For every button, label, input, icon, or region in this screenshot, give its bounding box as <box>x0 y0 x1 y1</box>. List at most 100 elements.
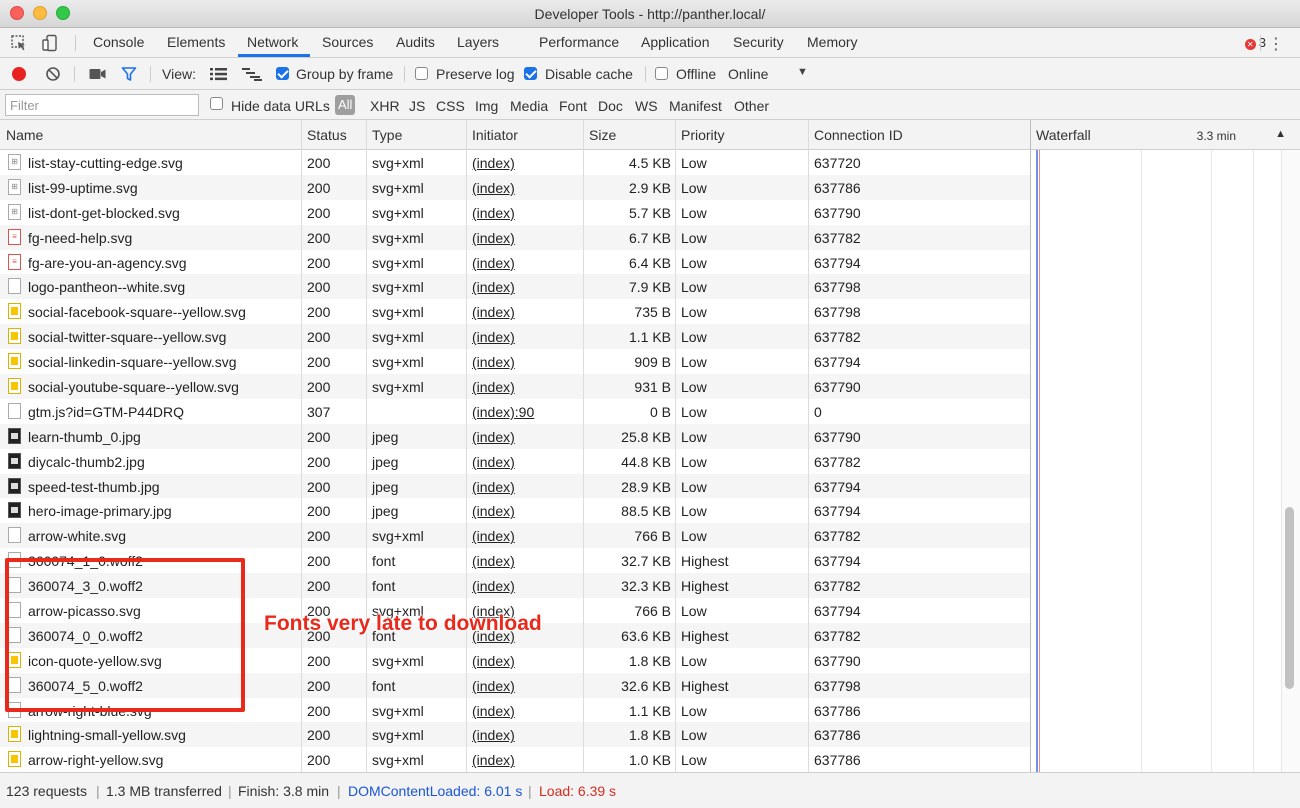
table-row[interactable]: hero-image-primary.jpg 200 jpeg (index) 88.5… <box>0 498 1030 523</box>
table-row[interactable]: social-facebook-square--yellow.svg 200 svg… <box>0 299 1030 324</box>
column-header-waterfall[interactable]: Waterfall <box>1036 127 1091 143</box>
error-count-badge[interactable]: ✕ 3 <box>1244 35 1266 50</box>
request-initiator[interactable]: (index) <box>472 503 515 519</box>
table-row[interactable]: gtm.js?id=GTM-P44DRQ 307 (index):90 0 B Low 0 <box>0 399 1030 424</box>
request-type: svg+xml <box>372 528 424 545</box>
filter-type-ws[interactable]: WS <box>635 98 658 114</box>
filter-type-all[interactable]: All <box>335 95 356 115</box>
tab-memory[interactable]: Memory <box>807 34 858 50</box>
request-initiator[interactable]: (index) <box>472 678 515 694</box>
tab-audits[interactable]: Audits <box>396 34 435 50</box>
request-initiator[interactable]: (index) <box>472 329 515 345</box>
request-priority: Low <box>681 453 707 470</box>
request-status: 200 <box>307 677 331 694</box>
offline-checkbox[interactable] <box>655 67 668 80</box>
request-initiator[interactable]: (index) <box>472 255 515 271</box>
column-header-initiator[interactable]: Initiator <box>472 127 518 143</box>
more-options-icon[interactable]: ⋮ <box>1268 34 1284 54</box>
request-initiator[interactable]: (index) <box>472 279 515 295</box>
table-row[interactable]: ≡ fg-are-you-an-agency.svg 200 svg+xml (inde… <box>0 250 1030 275</box>
screenshot-camera-icon[interactable] <box>89 67 106 81</box>
request-initiator[interactable]: (index):90 <box>472 404 534 420</box>
filter-input[interactable] <box>5 94 199 116</box>
table-row[interactable]: social-youtube-square--yellow.svg 200 svg+… <box>0 374 1030 399</box>
overview-waterfall-icon[interactable] <box>242 67 262 81</box>
tab-performance[interactable]: Performance <box>539 34 619 50</box>
clear-icon[interactable] <box>45 66 61 82</box>
group-by-frame-checkbox[interactable] <box>276 67 289 80</box>
request-type: svg+xml <box>372 279 424 296</box>
filter-type-xhr[interactable]: XHR <box>370 98 400 114</box>
request-initiator[interactable]: (index) <box>472 155 515 171</box>
hide-data-urls-checkbox[interactable] <box>210 97 223 110</box>
column-header-priority[interactable]: Priority <box>681 127 725 143</box>
column-header-connection-id[interactable]: Connection ID <box>814 127 903 143</box>
request-initiator[interactable]: (index) <box>472 205 515 221</box>
tab-console[interactable]: Console <box>93 34 144 50</box>
column-header-name[interactable]: Name <box>6 127 43 143</box>
request-initiator[interactable]: (index) <box>472 180 515 196</box>
table-row[interactable]: ⊞ list-99-uptime.svg 200 svg+xml (index) 2.9 … <box>0 174 1030 200</box>
filter-type-media[interactable]: Media <box>510 98 548 114</box>
request-initiator[interactable]: (index) <box>472 752 515 768</box>
table-row[interactable]: social-twitter-square--yellow.svg 200 svg+… <box>0 324 1030 350</box>
scrollbar-thumb[interactable] <box>1285 507 1294 689</box>
filter-type-font[interactable]: Font <box>559 98 587 114</box>
request-type: svg+xml <box>372 652 424 669</box>
table-row[interactable]: diycalc-thumb2.jpg 200 jpeg (index) 44.8 KB L… <box>0 449 1030 474</box>
table-row[interactable]: speed-test-thumb.jpg 200 jpeg (index) 28.9 K… <box>0 473 1030 499</box>
filter-type-manifest[interactable]: Manifest <box>669 98 722 114</box>
request-name: arrow-white.svg <box>28 528 127 545</box>
tab-network[interactable]: Network <box>247 34 298 50</box>
preserve-log-checkbox[interactable] <box>415 67 428 80</box>
table-row[interactable]: arrow-right-yellow.svg 200 svg+xml (index) 1… <box>0 747 1030 772</box>
tab-layers[interactable]: Layers <box>457 34 499 50</box>
tab-application[interactable]: Application <box>641 34 710 50</box>
table-row[interactable]: lightning-small-yellow.svg 200 svg+xml (ind… <box>0 722 1030 748</box>
sort-up-icon[interactable]: ▲ <box>1275 128 1286 140</box>
table-row[interactable]: arrow-white.svg 200 svg+xml (index) 766 B Low… <box>0 523 1030 549</box>
table-row[interactable]: logo-pantheon--white.svg 200 svg+xml (index… <box>0 274 1030 300</box>
request-type: svg+xml <box>372 702 424 719</box>
request-name: social-facebook-square--yellow.svg <box>28 304 246 321</box>
filter-type-other[interactable]: Other <box>734 98 769 114</box>
tab-elements[interactable]: Elements <box>167 34 225 50</box>
request-connection-id: 637786 <box>814 727 861 744</box>
column-header-type[interactable]: Type <box>372 127 402 143</box>
inspect-element-icon[interactable] <box>10 34 28 52</box>
table-row[interactable]: ⊞ list-stay-cutting-edge.svg 200 svg+xml (in… <box>0 150 1030 175</box>
request-initiator[interactable]: (index) <box>472 454 515 470</box>
record-button[interactable] <box>12 67 26 81</box>
table-row[interactable]: ≡ fg-need-help.svg 200 svg+xml (index) 6.7 KB… <box>0 224 1030 250</box>
disable-cache-checkbox[interactable] <box>524 67 537 80</box>
filter-type-js[interactable]: JS <box>409 98 425 114</box>
request-initiator[interactable]: (index) <box>472 653 515 669</box>
request-initiator[interactable]: (index) <box>472 578 515 594</box>
request-initiator[interactable]: (index) <box>472 553 515 569</box>
request-initiator[interactable]: (index) <box>472 379 515 395</box>
request-initiator[interactable]: (index) <box>472 304 515 320</box>
table-row[interactable]: social-linkedin-square--yellow.svg 200 svg… <box>0 349 1030 374</box>
table-row[interactable]: learn-thumb_0.jpg 200 jpeg (index) 25.8 KB Lo… <box>0 423 1030 449</box>
filter-type-img[interactable]: Img <box>475 98 498 114</box>
column-header-size[interactable]: Size <box>589 127 616 143</box>
request-initiator[interactable]: (index) <box>472 354 515 370</box>
filter-funnel-icon[interactable] <box>121 66 137 82</box>
request-initiator[interactable]: (index) <box>472 479 515 495</box>
throttling-select[interactable]: Online <box>728 66 768 82</box>
tab-sources[interactable]: Sources <box>322 34 373 50</box>
request-type: svg+xml <box>372 204 424 221</box>
request-initiator[interactable]: (index) <box>472 230 515 246</box>
table-row[interactable]: ⊞ list-dont-get-blocked.svg 200 svg+xml (ind… <box>0 200 1030 225</box>
large-rows-icon[interactable] <box>210 67 227 81</box>
device-toolbar-icon[interactable] <box>41 34 59 52</box>
filter-type-doc[interactable]: Doc <box>598 98 623 114</box>
filter-type-css[interactable]: CSS <box>436 98 465 114</box>
tab-security[interactable]: Security <box>733 34 784 50</box>
request-initiator[interactable]: (index) <box>472 528 515 544</box>
chevron-down-icon[interactable]: ▼ <box>797 66 808 78</box>
request-initiator[interactable]: (index) <box>472 429 515 445</box>
request-initiator[interactable]: (index) <box>472 703 515 719</box>
request-initiator[interactable]: (index) <box>472 727 515 743</box>
column-header-status[interactable]: Status <box>307 127 347 143</box>
